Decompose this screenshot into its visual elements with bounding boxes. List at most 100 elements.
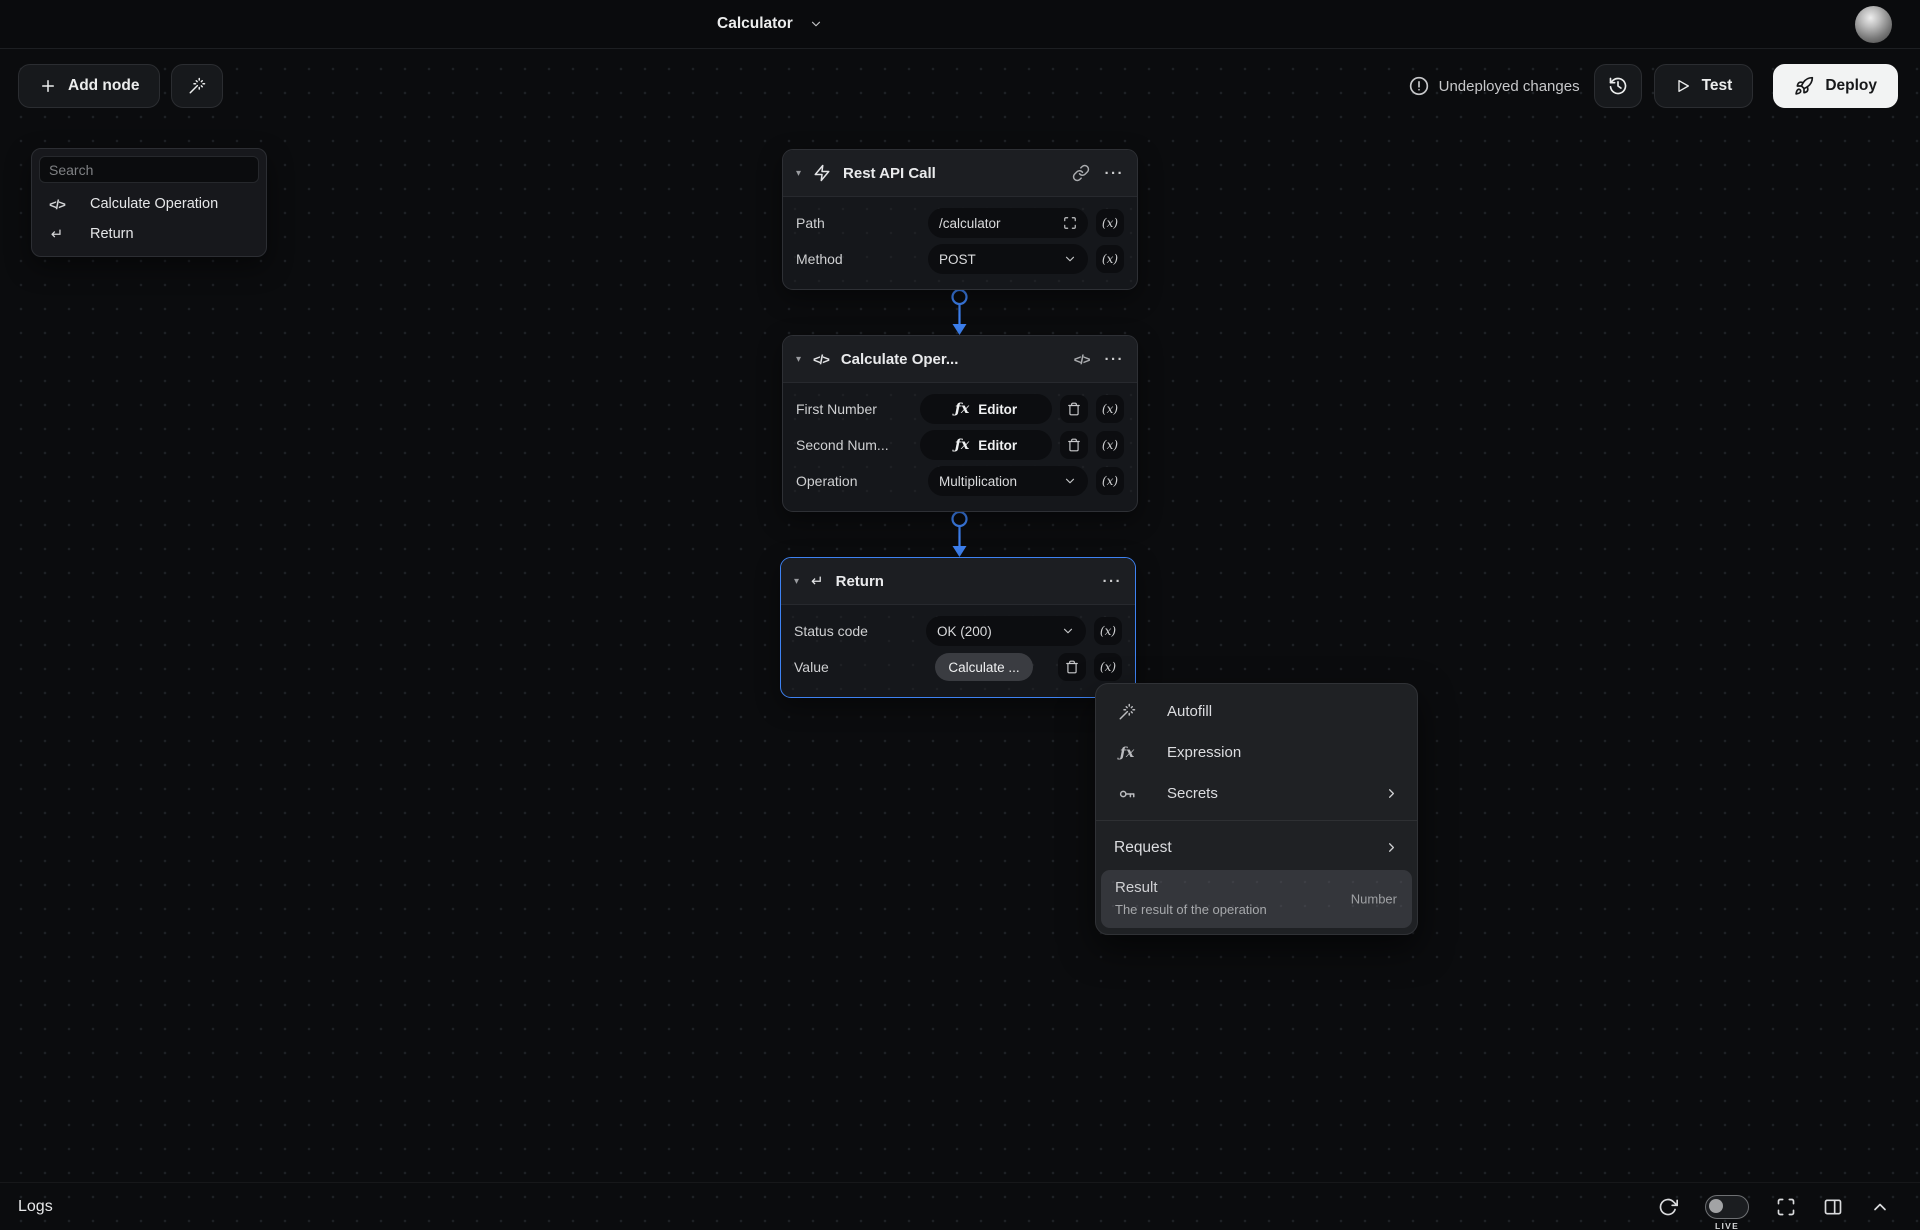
- menu-item-autofill[interactable]: Autofill: [1096, 691, 1417, 732]
- menu-item-expression[interactable]: ƒx Expression: [1096, 732, 1417, 773]
- node-title: Return: [836, 573, 1091, 590]
- method-select[interactable]: POST: [928, 244, 1088, 274]
- fx-icon: ƒx: [955, 437, 969, 453]
- refresh-button[interactable]: [1658, 1197, 1678, 1217]
- collapse-caret-icon[interactable]: ▾: [796, 354, 801, 365]
- result-type-badge: Number: [1351, 892, 1397, 907]
- expression-toggle-button[interactable]: (x): [1096, 431, 1124, 459]
- collapse-caret-icon[interactable]: ▾: [794, 576, 799, 587]
- play-icon: [1675, 78, 1691, 94]
- link-icon[interactable]: [1072, 164, 1090, 182]
- field-label: Operation: [796, 473, 928, 489]
- field-row-value: Value Calculate ... (x): [794, 649, 1122, 685]
- output-port[interactable]: [953, 290, 967, 304]
- search-item-return[interactable]: ↵ Return: [39, 219, 259, 249]
- node-calculate-operation: ▾ </> Calculate Oper... </> ··· First Nu…: [782, 335, 1138, 512]
- clear-value-button[interactable]: [1060, 431, 1088, 459]
- deploy-button[interactable]: Deploy: [1773, 64, 1898, 108]
- node-body: First Number ƒx Editor (x) Second Num...…: [783, 383, 1137, 511]
- avatar[interactable]: [1855, 6, 1892, 43]
- field-row-second-number: Second Num... ƒx Editor (x): [796, 427, 1124, 463]
- ai-wand-button[interactable]: [171, 64, 223, 108]
- fx-icon: ƒx: [1114, 745, 1140, 761]
- field-row-operation: Operation Multiplication (x): [796, 463, 1124, 499]
- history-button[interactable]: [1594, 64, 1642, 108]
- operation-select[interactable]: Multiplication: [928, 466, 1088, 496]
- node-header[interactable]: ▾ </> Calculate Oper... </> ···: [783, 336, 1137, 383]
- value-context-menu: Autofill ƒx Expression Secrets Request R…: [1095, 683, 1418, 935]
- collapse-caret-icon[interactable]: ▾: [796, 168, 801, 179]
- wand-icon: [188, 77, 206, 95]
- search-item-calculate-operation[interactable]: </> Calculate Operation: [39, 189, 259, 219]
- field-row-path: Path /calculator (x): [796, 205, 1124, 241]
- value-chip-label: Calculate ...: [948, 660, 1019, 675]
- fx-icon: ƒx: [955, 401, 969, 417]
- clear-value-button[interactable]: [1060, 395, 1088, 423]
- side-panel-button[interactable]: [1823, 1197, 1843, 1217]
- field-label: First Number: [796, 401, 920, 417]
- search-item-label: Calculate Operation: [90, 196, 218, 212]
- plus-icon: [39, 77, 57, 95]
- view-code-button[interactable]: </>: [1074, 352, 1090, 367]
- expression-toggle-button[interactable]: (x): [1096, 467, 1124, 495]
- chevron-right-icon: [1384, 840, 1399, 855]
- field-label: Second Num...: [796, 437, 920, 453]
- node-rest-api-call: ▾ Rest API Call ··· Path /calculator (x)…: [782, 149, 1138, 290]
- status-code-value: OK (200): [937, 624, 1061, 639]
- node-title: Rest API Call: [843, 165, 1059, 182]
- connector: [945, 287, 974, 337]
- node-header[interactable]: ▾ Rest API Call ···: [783, 150, 1137, 197]
- value-reference-chip[interactable]: Calculate ...: [935, 653, 1032, 681]
- trash-icon: [1067, 438, 1081, 452]
- more-menu-button[interactable]: ···: [1105, 352, 1125, 367]
- search-results: </> Calculate Operation ↵ Return: [39, 189, 259, 249]
- live-toggle[interactable]: LIVE: [1705, 1195, 1749, 1230]
- expand-logs-button[interactable]: [1870, 1197, 1890, 1217]
- path-input[interactable]: /calculator: [928, 208, 1088, 238]
- more-menu-button[interactable]: ···: [1105, 166, 1125, 181]
- more-menu-button[interactable]: ···: [1103, 574, 1123, 589]
- test-label: Test: [1702, 77, 1733, 95]
- node-header[interactable]: ▾ ↵ Return ···: [781, 558, 1135, 605]
- expression-toggle-button[interactable]: (x): [1096, 209, 1124, 237]
- fullscreen-button[interactable]: [1776, 1197, 1796, 1217]
- connector: [945, 509, 974, 559]
- chevron-down-icon: [1061, 624, 1075, 638]
- menu-item-request[interactable]: Request: [1096, 827, 1417, 868]
- workflow-title-dropdown[interactable]: Calculator: [717, 0, 823, 48]
- field-row-first-number: First Number ƒx Editor (x): [796, 391, 1124, 427]
- menu-item-result[interactable]: Result The result of the operation Numbe…: [1101, 870, 1412, 928]
- second-number-editor-button[interactable]: ƒx Editor: [920, 430, 1052, 460]
- node-body: Status code OK (200) (x) Value Calculate…: [781, 605, 1135, 697]
- expression-toggle-button[interactable]: (x): [1094, 653, 1122, 681]
- alert-icon: [1409, 76, 1429, 96]
- app-window: Calculator Add node Undeployed changes T…: [0, 0, 1920, 1230]
- expression-toggle-button[interactable]: (x): [1096, 245, 1124, 273]
- logs-label: Logs: [18, 1198, 53, 1216]
- add-node-button[interactable]: Add node: [18, 64, 160, 108]
- page-title: Calculator: [717, 15, 793, 33]
- toggle-knob: [1709, 1199, 1723, 1213]
- top-bar: Calculator: [0, 0, 1920, 49]
- editor-label: Editor: [978, 402, 1017, 417]
- key-icon: [1114, 785, 1140, 803]
- expression-toggle-button[interactable]: (x): [1096, 395, 1124, 423]
- code-icon: </>: [47, 197, 67, 212]
- menu-item-secrets[interactable]: Secrets: [1096, 773, 1417, 814]
- return-icon: ↵: [811, 572, 824, 590]
- editor-label: Editor: [978, 438, 1017, 453]
- undeployed-label: Undeployed changes: [1439, 78, 1580, 95]
- menu-item-label: Request: [1114, 839, 1384, 857]
- node-title: Calculate Oper...: [841, 351, 1062, 368]
- test-button[interactable]: Test: [1654, 64, 1754, 108]
- status-code-select[interactable]: OK (200): [926, 616, 1086, 646]
- first-number-editor-button[interactable]: ƒx Editor: [920, 394, 1052, 424]
- expression-toggle-button[interactable]: (x): [1094, 617, 1122, 645]
- toggle-track[interactable]: [1705, 1195, 1749, 1219]
- zap-icon: [813, 164, 831, 182]
- output-port[interactable]: [953, 512, 967, 526]
- field-row-method: Method POST (x): [796, 241, 1124, 277]
- clear-value-button[interactable]: [1058, 653, 1086, 681]
- return-icon: ↵: [47, 225, 67, 243]
- search-input[interactable]: [39, 156, 259, 183]
